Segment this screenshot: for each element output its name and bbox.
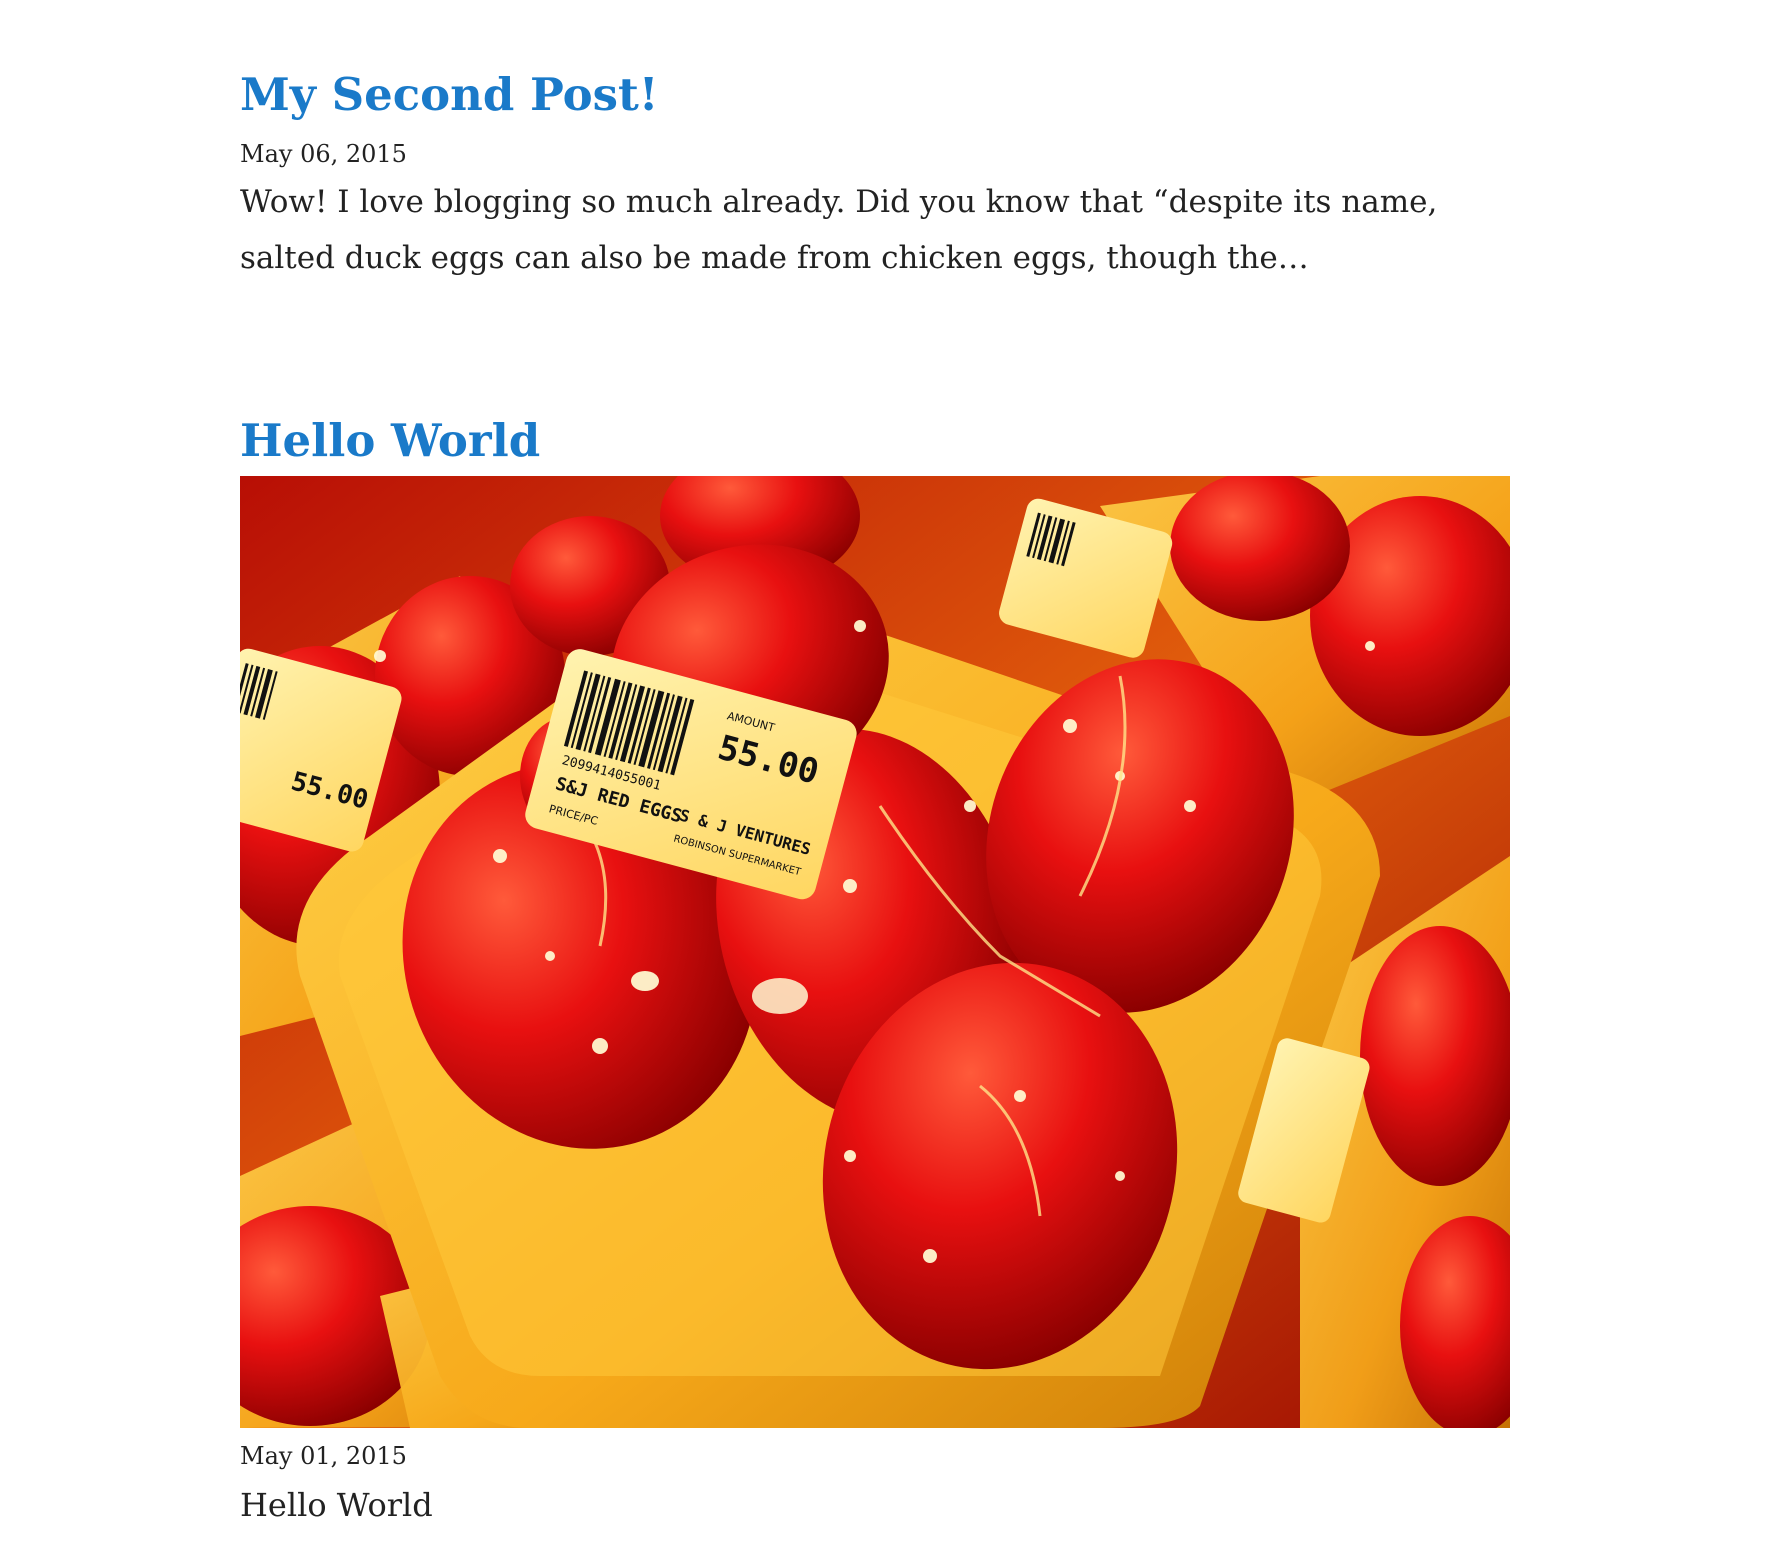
post-title-link[interactable]: My Second Post! (240, 68, 659, 122)
post-body: Hello World (240, 1486, 433, 1524)
post-item: Hello World 2099414055001 S&J RED EGGS P… (240, 414, 1510, 1524)
post-item: My Second Post! May 06, 2015 Wow! I love… (240, 68, 1510, 286)
post-featured-image[interactable]: 2099414055001 S&J RED EGGS PRICE/PC AMOU… (240, 476, 1510, 1428)
post-excerpt: Wow! I love blogging so much already. Di… (240, 184, 1438, 276)
post-title-link[interactable]: Hello World (240, 414, 540, 468)
post-date: May 01, 2015 (240, 1442, 407, 1470)
post-date: May 06, 2015 (240, 140, 407, 168)
